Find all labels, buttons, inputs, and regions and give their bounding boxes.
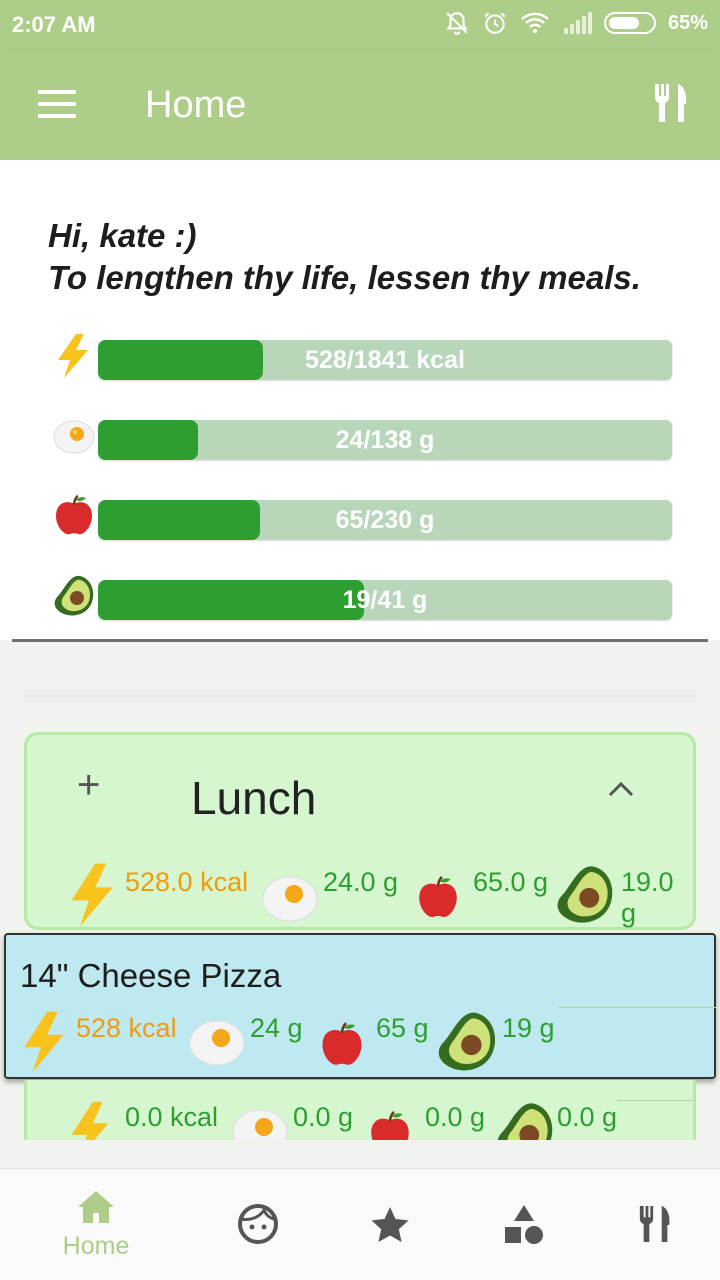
meal-fat: 19.0 g xyxy=(621,867,674,929)
shapes-icon xyxy=(505,1205,543,1244)
avocado-icon xyxy=(497,1103,553,1140)
status-bar: 2:07 AM 65% xyxy=(0,0,720,50)
wifi-icon xyxy=(521,12,549,33)
apple-icon xyxy=(371,1111,409,1140)
food-fat: 19 g xyxy=(502,1013,555,1043)
food-kcal: 528 kcal xyxy=(76,1013,177,1043)
fat-row: 19/41 g xyxy=(50,575,672,622)
meal-divider-line xyxy=(617,1100,693,1101)
meal-fat-unit: g xyxy=(621,898,637,928)
food-carbs: 65 g xyxy=(376,1013,429,1043)
calories-progress: 528/1841 kcal xyxy=(98,340,672,380)
fork-knife-icon xyxy=(639,1205,670,1243)
battery-icon xyxy=(603,12,656,34)
protein-row: 24/138 g xyxy=(50,418,672,462)
star-icon xyxy=(371,1207,409,1242)
meal2-protein: 0.0 g xyxy=(293,1102,354,1132)
food-protein: 24 g xyxy=(250,1013,303,1043)
alarm-icon xyxy=(484,12,506,34)
hamburger-icon[interactable] xyxy=(38,90,76,120)
apple-icon xyxy=(322,1022,362,1065)
meal-card[interactable]: + Lunch 528.0 kcal 24.0 g 65.0 g 19.0 g xyxy=(24,732,696,930)
face-icon xyxy=(238,1204,278,1244)
greeting-block: Hi, kate :) To lengthen thy life, lessen… xyxy=(48,215,641,299)
status-icons: 65% xyxy=(444,10,708,36)
meal-protein: 24.0 g xyxy=(323,867,399,897)
app-bar: Home xyxy=(0,50,720,160)
signal-icon xyxy=(563,12,592,34)
carbs-row: 65/230 g xyxy=(50,494,672,542)
carbs-progress-label: 65/230 g xyxy=(335,506,435,534)
calories-progress-label: 528/1841 kcal xyxy=(305,346,465,374)
meal2-fat: 0.0 g xyxy=(557,1102,618,1132)
food-item[interactable]: 14" Cheese Pizza 528 kcal 24 g 65 g 19 g xyxy=(4,933,716,1079)
food-name: 14" Cheese Pizza xyxy=(20,957,282,994)
meal-kcal: 528.0 kcal xyxy=(125,867,249,897)
avocado-icon xyxy=(438,1012,496,1071)
fork-knife-icon[interactable] xyxy=(652,82,692,124)
nav-categories[interactable] xyxy=(464,1203,584,1250)
battery-level: 65% xyxy=(667,11,708,34)
nav-profile[interactable] xyxy=(198,1203,318,1250)
summary-divider xyxy=(12,639,708,642)
food-divider-line xyxy=(558,1007,716,1008)
egg-icon xyxy=(262,876,318,922)
home-icon xyxy=(78,1191,114,1223)
nav-favorites[interactable] xyxy=(330,1205,450,1250)
status-time: 2:07 AM xyxy=(12,12,96,37)
meal-fat-value: 19.0 xyxy=(621,867,674,897)
bottom-navigation: Home xyxy=(0,1168,720,1280)
daily-summary: Hi, kate :) To lengthen thy life, lessen… xyxy=(0,160,720,640)
fat-progress: 19/41 g xyxy=(98,580,672,620)
plus-icon[interactable]: + xyxy=(77,763,100,808)
list-separator xyxy=(24,690,696,702)
nav-home[interactable]: Home xyxy=(36,1189,156,1261)
bell-off-icon xyxy=(446,12,468,35)
carbs-progress: 65/230 g xyxy=(98,500,672,540)
egg-icon xyxy=(189,1020,245,1066)
calories-row: 528/1841 kcal xyxy=(50,334,672,382)
nav-meals[interactable] xyxy=(596,1203,716,1250)
meal-carbs: 65.0 g xyxy=(473,867,549,897)
meal-title: Lunch xyxy=(191,772,317,824)
protein-progress: 24/138 g xyxy=(98,420,672,460)
meal2-kcal: 0.0 kcal xyxy=(125,1102,219,1132)
apple-icon xyxy=(56,494,92,535)
lightning-icon xyxy=(71,1101,109,1140)
fat-progress-label: 19/41 g xyxy=(342,586,428,614)
egg-icon xyxy=(232,1109,288,1140)
greeting: Hi, kate :) xyxy=(48,217,197,254)
meal2-carbs: 0.0 g xyxy=(425,1102,486,1132)
egg-icon xyxy=(53,420,95,454)
chevron-up-icon[interactable] xyxy=(607,779,635,799)
page-title: Home xyxy=(145,84,247,126)
nav-home-label: Home xyxy=(62,1232,130,1260)
quote: To lengthen thy life, lessen thy meals. xyxy=(48,259,641,296)
apple-icon xyxy=(419,876,457,918)
lightning-icon xyxy=(24,1011,64,1073)
avocado-icon xyxy=(54,575,94,616)
lightning-icon xyxy=(71,863,113,927)
meal-card-empty[interactable]: 0.0 kcal 0.0 g 0.0 g 0.0 g xyxy=(24,1080,696,1140)
avocado-icon xyxy=(557,866,613,923)
lightning-icon xyxy=(58,334,88,378)
protein-progress-label: 24/138 g xyxy=(335,426,435,454)
